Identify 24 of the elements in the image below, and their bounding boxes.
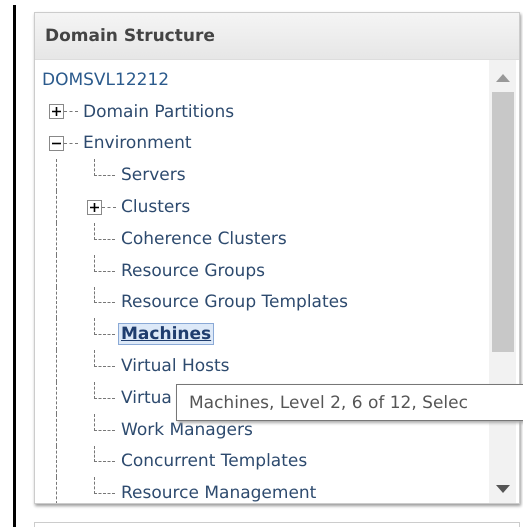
tree-root[interactable]: DOMSVL12212 — [42, 70, 170, 90]
tree-item[interactable]: Concurrent Templates — [118, 450, 310, 472]
tree-item[interactable]: Resource Management — [118, 482, 320, 503]
tree-item[interactable]: Clusters — [118, 196, 194, 218]
tree-item[interactable]: Virtual Hosts — [118, 355, 233, 378]
scroll-down-icon[interactable] — [496, 485, 510, 493]
scrollbar[interactable] — [489, 60, 516, 503]
collapse-toggle[interactable] — [49, 136, 64, 151]
tooltip: Machines, Level 2, 6 of 12, Selec — [176, 384, 523, 421]
scroll-up-icon[interactable] — [496, 74, 510, 82]
tree-item[interactable]: Environment — [80, 132, 195, 154]
plus-icon — [52, 107, 61, 116]
plus-icon — [90, 202, 99, 212]
tree-item[interactable]: Virtua — [118, 386, 175, 409]
tree-item[interactable]: Resource Group Templates — [118, 291, 351, 314]
tree-item[interactable]: Coherence Clusters — [118, 228, 290, 250]
tree-item[interactable]: Work Managers — [118, 418, 256, 441]
tree-item[interactable]: Domain Partitions — [80, 100, 238, 123]
tree-item[interactable]: Resource Groups — [118, 260, 268, 282]
expand-toggle[interactable] — [49, 104, 64, 120]
tree-item[interactable]: Machines — [118, 323, 214, 346]
expand-toggle[interactable] — [87, 200, 102, 215]
tree-item[interactable]: Servers — [118, 164, 189, 186]
panel-title: Domain Structure — [45, 26, 215, 46]
